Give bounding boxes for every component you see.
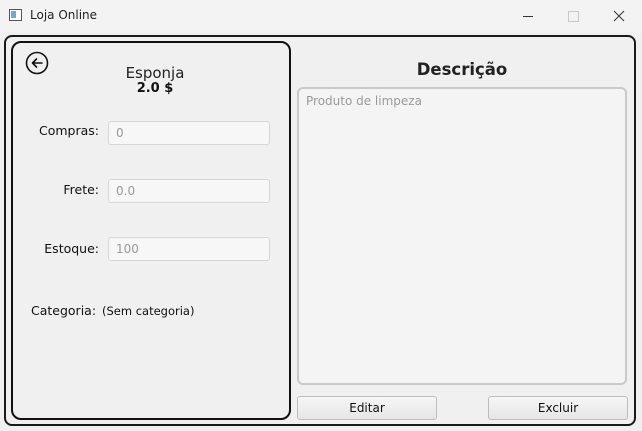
compras-field[interactable]: 0 [108,121,270,145]
compras-label: Compras: [38,123,99,138]
arrow-left-circle-icon [25,51,49,75]
description-textarea[interactable]: Produto de limpeza [297,87,627,385]
window-title: Loja Online [30,8,98,22]
product-name: Esponja [125,64,185,82]
close-icon [613,10,625,22]
edit-button[interactable]: Editar [297,396,437,420]
back-button[interactable] [25,51,49,75]
frete-label: Frete: [63,182,99,197]
estoque-field[interactable]: 100 [108,237,270,261]
description-title: Descrição [416,60,508,79]
minimize-icon [523,15,533,17]
category-value: (Sem categoria) [102,304,195,318]
product-price: 2.0 $ [136,81,174,96]
product-details-panel [11,41,291,420]
category-label: Categoria: [31,303,97,318]
frete-field[interactable]: 0.0 [108,179,270,203]
minimize-button[interactable] [505,0,551,32]
maximize-icon [567,10,579,22]
title-bar: Loja Online [0,0,642,32]
window-app-icon [9,9,22,21]
close-button[interactable] [596,0,642,32]
maximize-button[interactable] [550,0,596,32]
delete-button[interactable]: Excluir [488,396,628,420]
estoque-label: Estoque: [44,241,99,256]
